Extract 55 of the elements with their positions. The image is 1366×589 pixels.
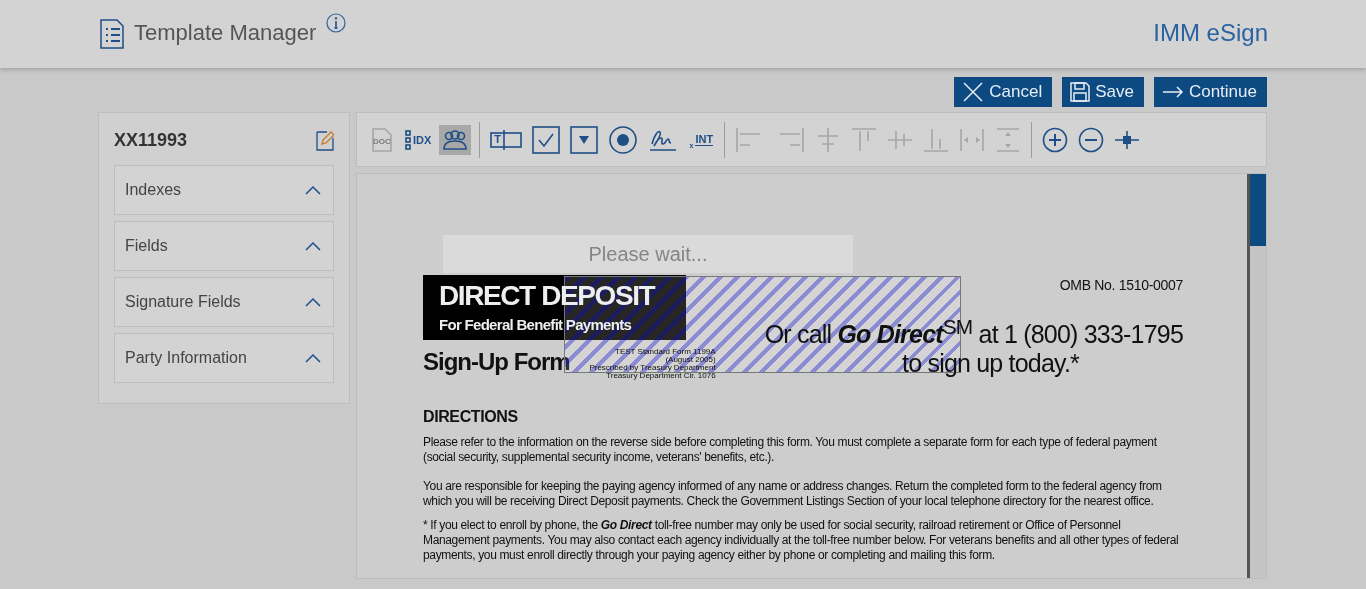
- form-info-line: Treasury Department Cir. 1076: [606, 372, 716, 380]
- dropdown-icon: [570, 125, 599, 154]
- loading-message: Please wait...: [588, 242, 708, 266]
- cancel-button[interactable]: Cancel: [954, 77, 1053, 107]
- form-info-line: Prescribed by Treasury Department: [589, 364, 716, 372]
- zoom-in-icon: [1042, 126, 1069, 153]
- chevron-up-icon: [305, 353, 321, 363]
- align-bottom-icon: [923, 126, 950, 153]
- text-field-icon: [490, 128, 523, 151]
- close-icon: [962, 81, 985, 103]
- chevron-up-icon: [305, 297, 321, 307]
- tick-square-icon: [532, 125, 561, 154]
- accordion-section[interactable]: Fields: [114, 221, 334, 271]
- paragraph: Please refer to the information on the reverse side before completing this form. You must complete a separate form for each type of federal payment (social security, supplemental security income, veterans' benefits, etc.).: [423, 435, 1158, 465]
- template-id: XX11993: [114, 129, 188, 151]
- banner-subtitle: For Federal Benefit Payments: [439, 315, 633, 335]
- save-button[interactable]: Save: [1062, 77, 1144, 107]
- section-heading: DIRECTIONS: [423, 408, 519, 426]
- accordion-section[interactable]: Party Information: [114, 333, 334, 383]
- call-line: to sign up today.*: [902, 349, 1079, 379]
- align-center-icon: [816, 126, 841, 153]
- accordion-section[interactable]: Signature Fields: [114, 277, 334, 327]
- accordion-section[interactable]: Indexes: [114, 165, 334, 215]
- arrow-right-icon: [1161, 86, 1184, 98]
- page-title: Template Manager: [134, 20, 317, 46]
- spacing-icon: [996, 126, 1021, 153]
- dot-circle-icon: [608, 124, 639, 155]
- edit-icon[interactable]: [316, 129, 334, 151]
- list-icon: [405, 129, 411, 150]
- align-top-icon: [851, 126, 878, 153]
- scroll-thumb[interactable]: [1250, 174, 1266, 246]
- paragraph: * If you elect to enroll by phone, the Go Direct toll-free number may only be used for social security, railroad retirement or Office of Personnel Management payments. You may also contact each agency individually at the toll-free number below. For veterans benefits and all other types of federal payments, you must enroll directly through your paying agency either by phone or completing and mailing this form.: [423, 518, 1180, 563]
- yes-no-field-tool[interactable]: [530, 124, 563, 155]
- list-document-icon: [100, 19, 124, 49]
- app-name: IMM eSign: [1153, 19, 1268, 47]
- chevron-up-icon: [305, 185, 321, 195]
- document-icon: [372, 127, 392, 152]
- scrollbar[interactable]: [1250, 174, 1266, 578]
- people-icon: [441, 128, 470, 151]
- zoom-out-icon: [1078, 126, 1105, 153]
- form-info-line: TEST Standard Form 1199A: [615, 348, 716, 356]
- spacing-icon: [959, 127, 986, 152]
- add-idx-tool[interactable]: IDX: [403, 124, 434, 155]
- continue-button[interactable]: Continue: [1153, 77, 1267, 107]
- add-dropdown-tool[interactable]: [568, 124, 601, 155]
- banner-title: DIRECT DEPOSIT: [439, 279, 656, 313]
- form-name: Sign-Up Form: [423, 348, 570, 376]
- add-textfield-tool[interactable]: T: [488, 124, 525, 155]
- form-info-line: (August 2005): [665, 356, 716, 364]
- call-line: Or call Go Direct$^{SM}$ at 1 (800) 333-1795: [764, 315, 1183, 350]
- chevron-up-icon: [305, 241, 321, 251]
- add-party-tool[interactable]: [439, 124, 472, 155]
- omb-number: OMB No. 1510-0007: [1059, 277, 1183, 293]
- info-icon[interactable]: [326, 13, 347, 33]
- paragraph: You are responsible for keeping the paying agency informed of any name or address changes. Return the completed form to the federal agency from which you will be receiving Direct Deposit payments. Check the Government Listings Section of your local telephone directory for the nearest office.: [423, 479, 1163, 509]
